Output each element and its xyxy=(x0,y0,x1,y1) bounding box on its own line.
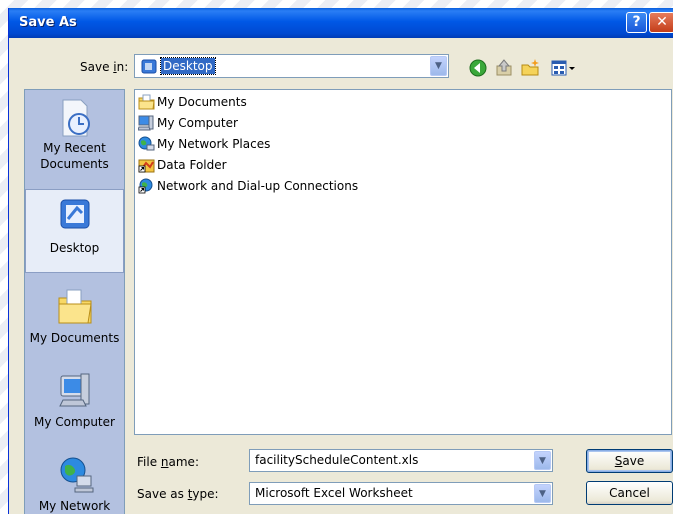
file-name-value: facilityScheduleContent.xls xyxy=(255,453,419,467)
save-as-type-select[interactable]: Microsoft Excel Worksheet ▼ xyxy=(249,482,553,505)
my-network-icon xyxy=(60,457,93,493)
cancel-button[interactable]: Cancel xyxy=(586,481,673,505)
file-list[interactable]: My Documents My Computer My Network Plac… xyxy=(134,89,672,435)
file-name-label: File name: xyxy=(137,455,199,469)
recent-documents-icon xyxy=(62,99,90,137)
save-as-dialog: Save As ? ✕ Save in: Desktop ▼ My Recent… xyxy=(8,8,673,514)
help-button[interactable]: ? xyxy=(626,12,647,33)
chevron-down-icon[interactable]: ▼ xyxy=(430,56,447,76)
chevron-down-icon[interactable]: ▼ xyxy=(534,484,551,503)
chevron-down-icon[interactable]: ▼ xyxy=(534,451,551,470)
desktop-icon xyxy=(141,59,157,74)
places-bar: My Recent Documents Desktop My Documents xyxy=(24,89,125,514)
save-as-type-label: Save as type: xyxy=(137,487,219,501)
back-icon[interactable] xyxy=(467,58,489,78)
close-button[interactable]: ✕ xyxy=(649,12,673,33)
up-folder-icon[interactable] xyxy=(493,58,515,78)
place-my-network[interactable]: My Network xyxy=(25,450,124,514)
window-title: Save As xyxy=(19,15,77,30)
place-desktop[interactable]: Desktop xyxy=(25,189,124,273)
my-documents-icon xyxy=(58,289,92,324)
save-in-label: Save in: xyxy=(80,60,129,74)
save-as-type-value: Microsoft Excel Worksheet xyxy=(255,486,413,500)
save-in-value: Desktop xyxy=(160,57,216,75)
new-folder-icon[interactable] xyxy=(519,58,541,78)
my-computer-icon xyxy=(58,373,89,407)
place-my-documents[interactable]: My Documents xyxy=(25,280,124,364)
my-documents-icon xyxy=(138,94,155,110)
my-computer-icon xyxy=(138,115,154,131)
save-button[interactable]: Save xyxy=(586,449,673,473)
place-my-recent-documents[interactable]: My Recent Documents xyxy=(25,96,124,184)
views-menu-icon[interactable] xyxy=(549,58,577,78)
title-bar[interactable]: Save As ? ✕ xyxy=(9,8,673,38)
network-places-icon xyxy=(138,136,155,151)
file-name-input[interactable]: facilityScheduleContent.xls ▼ xyxy=(249,449,553,472)
save-in-combo[interactable]: Desktop ▼ xyxy=(134,54,449,78)
place-my-computer[interactable]: My Computer xyxy=(25,364,124,448)
shortcut-icon xyxy=(138,159,155,173)
desktop-icon xyxy=(60,199,89,229)
network-connections-icon xyxy=(138,178,153,194)
